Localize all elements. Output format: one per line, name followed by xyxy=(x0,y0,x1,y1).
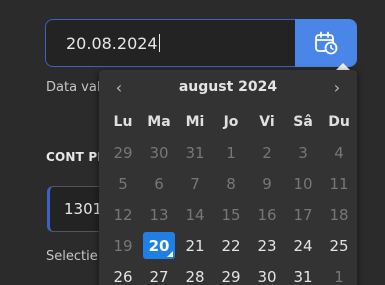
section-title: CONT PL xyxy=(46,150,106,164)
calendar-day[interactable]: 31 xyxy=(177,137,213,168)
calendar-day[interactable]: 31 xyxy=(285,261,321,285)
calendar-day[interactable]: 30 xyxy=(141,137,177,168)
prev-month-button[interactable]: ‹ xyxy=(99,78,139,97)
date-input[interactable]: 20.08.2024 xyxy=(45,19,295,67)
calendar-day[interactable]: 12 xyxy=(105,199,141,230)
next-month-button[interactable]: › xyxy=(317,78,357,97)
calendar-day[interactable]: 6 xyxy=(141,168,177,199)
calendar-grid: Lu Ma Mi Jo Vi Sâ Du 29 30 31 1 2 3 4 5 6 7 8 9 10 11 12 13 14 1… xyxy=(105,106,355,285)
text-caret xyxy=(158,34,160,52)
calendar-day[interactable]: 22 xyxy=(213,230,249,261)
weekday-header: Jo xyxy=(223,113,239,130)
calendar-day[interactable]: 19 xyxy=(105,230,141,261)
calendar-day[interactable]: 2 xyxy=(249,137,285,168)
calendar-day[interactable]: 17 xyxy=(285,199,321,230)
calendar-day[interactable]: 10 xyxy=(285,168,321,199)
selection-label: Selectie xyxy=(46,249,98,264)
calendar-clock-icon xyxy=(315,31,338,55)
calendar-popup: ‹ august 2024 › Lu Ma Mi Jo Vi Sâ Du 29 30 31 1 2 3 4… xyxy=(99,70,357,285)
calendar-day[interactable]: 8 xyxy=(213,168,249,199)
calendar-day[interactable]: 30 xyxy=(249,261,285,285)
calendar-day[interactable]: 24 xyxy=(285,230,321,261)
calendar-day[interactable]: 25 xyxy=(321,230,357,261)
weekday-header: Du xyxy=(328,113,350,130)
account-code-value: 1301 xyxy=(64,200,103,218)
calendar-day[interactable]: 28 xyxy=(177,261,213,285)
page: 20.08.2024 Data val CONT PL 1301 Selecti… xyxy=(0,0,385,285)
weekday-header: Sâ xyxy=(293,113,313,130)
date-input-value: 20.08.2024 xyxy=(66,33,158,53)
calendar-day[interactable]: 13 xyxy=(141,199,177,230)
calendar-day[interactable]: 11 xyxy=(321,168,357,199)
weekday-header: Lu xyxy=(113,113,133,130)
calendar-day[interactable]: 29 xyxy=(105,137,141,168)
weekday-header: Mi xyxy=(185,113,205,130)
calendar-day[interactable]: 1 xyxy=(213,137,249,168)
calendar-button[interactable] xyxy=(295,19,357,67)
calendar-day[interactable]: 9 xyxy=(249,168,285,199)
month-title[interactable]: august 2024 xyxy=(179,79,277,95)
calendar-day[interactable]: 29 xyxy=(213,261,249,285)
calendar-day[interactable]: 7 xyxy=(177,168,213,199)
calendar-day[interactable]: 15 xyxy=(213,199,249,230)
calendar-day[interactable]: 4 xyxy=(321,137,357,168)
calendar-day[interactable]: 26 xyxy=(105,261,141,285)
calendar-day[interactable]: 1 xyxy=(321,261,357,285)
calendar-day[interactable]: 23 xyxy=(249,230,285,261)
validity-date-label: Data val xyxy=(46,80,101,95)
calendar-header: ‹ august 2024 › xyxy=(99,70,357,104)
calendar-day[interactable]: 21 xyxy=(177,230,213,261)
weekday-header: Ma xyxy=(147,113,171,130)
weekday-header: Vi xyxy=(259,113,275,130)
calendar-day-selected[interactable]: 20 xyxy=(143,232,175,259)
calendar-day[interactable]: 18 xyxy=(321,199,357,230)
calendar-day[interactable]: 14 xyxy=(177,199,213,230)
calendar-day[interactable]: 16 xyxy=(249,199,285,230)
calendar-day[interactable]: 27 xyxy=(141,261,177,285)
calendar-day[interactable]: 3 xyxy=(285,137,321,168)
calendar-day[interactable]: 5 xyxy=(105,168,141,199)
